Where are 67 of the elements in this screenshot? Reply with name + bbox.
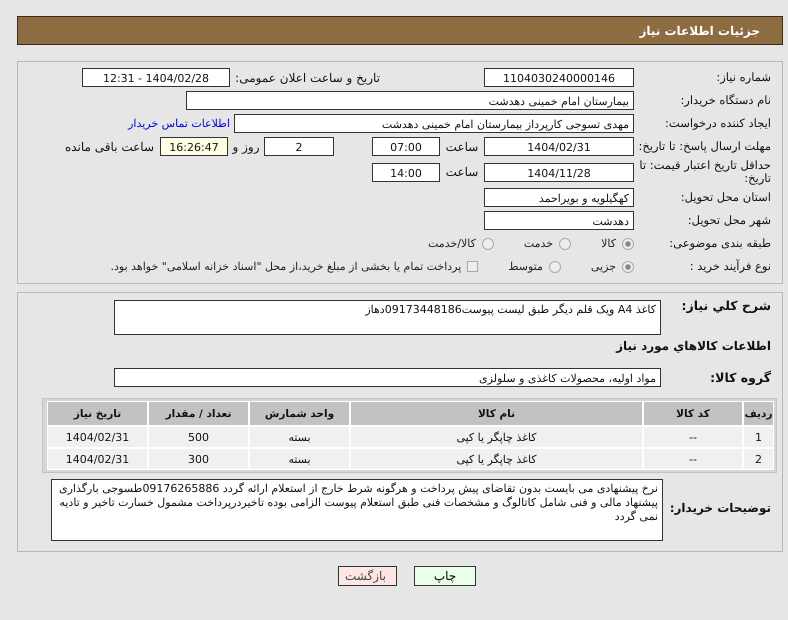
- column-header: کد کالا: [643, 401, 743, 426]
- table-cell: 1: [743, 426, 774, 448]
- time-field: 14:00: [372, 162, 440, 182]
- time-field: 07:00: [372, 137, 440, 156]
- table-cell: 300: [148, 448, 249, 470]
- table-cell: بسته: [249, 426, 350, 448]
- table-cell: 1404/02/31: [47, 426, 148, 448]
- radio-button[interactable]: [622, 260, 634, 272]
- page-header: جزئیات اطلاعات نیاز: [17, 16, 783, 45]
- announce-date-field: 1404/02/28 - 12:31: [82, 68, 230, 87]
- field-label: شهر محل تحویل:: [686, 214, 771, 227]
- radio-label: کالا: [601, 237, 616, 250]
- buyer-contact-link[interactable]: اطلاعات تماس خریدار: [128, 117, 230, 130]
- table-cell: 500: [148, 426, 249, 448]
- field-label: تاریخ و ساعت اعلان عمومی:: [234, 70, 380, 84]
- table-cell: کاغذ چاپگر یا کپی: [350, 448, 643, 470]
- table-cell: --: [643, 448, 743, 470]
- field-label: نام دستگاه خریدار:: [679, 94, 771, 107]
- date-field: 1404/11/28: [484, 162, 634, 182]
- need-number-field: 1104030240000146: [484, 68, 634, 87]
- radio-label: متوسط: [508, 260, 543, 273]
- requester-field: مهدی تسوجی کارپرداز بیمارستان امام خمینی دهدشت: [234, 114, 634, 133]
- radio-button[interactable]: [548, 260, 561, 272]
- field-label: حداقل تاریخ اعتبار قیمت: تا تاریخ:: [638, 159, 771, 185]
- field-label: نوع فرآیند خرید :: [688, 260, 771, 273]
- column-header: تاریخ نیاز: [47, 401, 148, 426]
- description-field: کاغذ A4 ویک قلم دیگر طبق لیست پیوست09173448186دهاز: [114, 300, 661, 335]
- buyer-org-field: بیمارستان امام خمینی دهدشت: [186, 91, 634, 110]
- column-header: واحد شمارش: [249, 401, 350, 426]
- days-label: روز و: [231, 140, 260, 154]
- radio-button[interactable]: [482, 238, 494, 250]
- field-label: ایجاد کننده درخواست:: [664, 117, 771, 130]
- column-header: ردیف: [743, 401, 774, 426]
- field-label: توضیحات خریدار:: [668, 501, 771, 515]
- section-heading: اطلاعات کالاهاي مورد نياز: [614, 339, 771, 353]
- field-label: استان محل تحویل:: [680, 191, 771, 204]
- checkbox-label: پرداخت تمام یا بخشی از مبلغ خرید،از محل "اسناد خزانه اسلامی" خواهد بود.: [110, 260, 462, 273]
- radio-button[interactable]: [622, 238, 634, 250]
- remaining-label: ساعت باقی مانده: [64, 140, 154, 154]
- table-cell: 2: [743, 448, 774, 470]
- field-label: شرح كلي نياز:: [680, 298, 771, 313]
- radio-label: کالا/خدمت: [428, 237, 476, 250]
- days-field: 2: [264, 137, 334, 156]
- remaining-time-field: 16:26:47: [160, 137, 228, 156]
- column-header: نام کالا: [350, 401, 643, 426]
- print-button[interactable]: چاپ: [414, 566, 476, 586]
- date-field: 1404/02/31: [484, 137, 634, 156]
- time-label: ساعت: [444, 140, 480, 154]
- field-label: مهلت ارسال پاسخ: تا تاریخ:: [637, 140, 771, 153]
- goods-group-field: مواد اولیه، محصولات کاغذی و سلولزی: [114, 368, 661, 387]
- column-header: تعداد / مقدار: [148, 401, 249, 426]
- radio-label: خدمت: [524, 237, 554, 250]
- buyer-notes-field: نرخ پیشنهادی می بایست بدون تقاضای پیش پرداخت و هرگونه شرط خارج از استعلام ارائه گردد 09176265886طسوجی بارگذاری پیشنهاد مالی و فنی شامل کاتالوگ و مشخصات فنی طبق استعلام پیوست الزامی بوده تاخیردرپرداخت مشمول خسارت تاخیر و تادیه نمی گردد: [51, 479, 663, 541]
- field-label: طبقه بندی موضوعی:: [668, 237, 771, 250]
- table-cell: 1404/02/31: [47, 448, 148, 470]
- province-field: کهگیلویه و بویراحمد: [484, 188, 634, 207]
- table-cell: کاغذ چاپگر یا کپی: [350, 426, 643, 448]
- back-button[interactable]: بازگشت: [338, 566, 397, 586]
- field-label: شماره نیاز:: [715, 71, 771, 84]
- radio-label: جزیی: [590, 260, 616, 273]
- city-field: دهدشت: [484, 211, 634, 230]
- radio-button[interactable]: [559, 238, 572, 250]
- table-cell: بسته: [249, 448, 350, 470]
- table-cell: --: [643, 426, 743, 448]
- field-label: گروه کالا:: [709, 370, 771, 385]
- checkbox[interactable]: [467, 261, 478, 272]
- time-label: ساعت: [444, 165, 480, 179]
